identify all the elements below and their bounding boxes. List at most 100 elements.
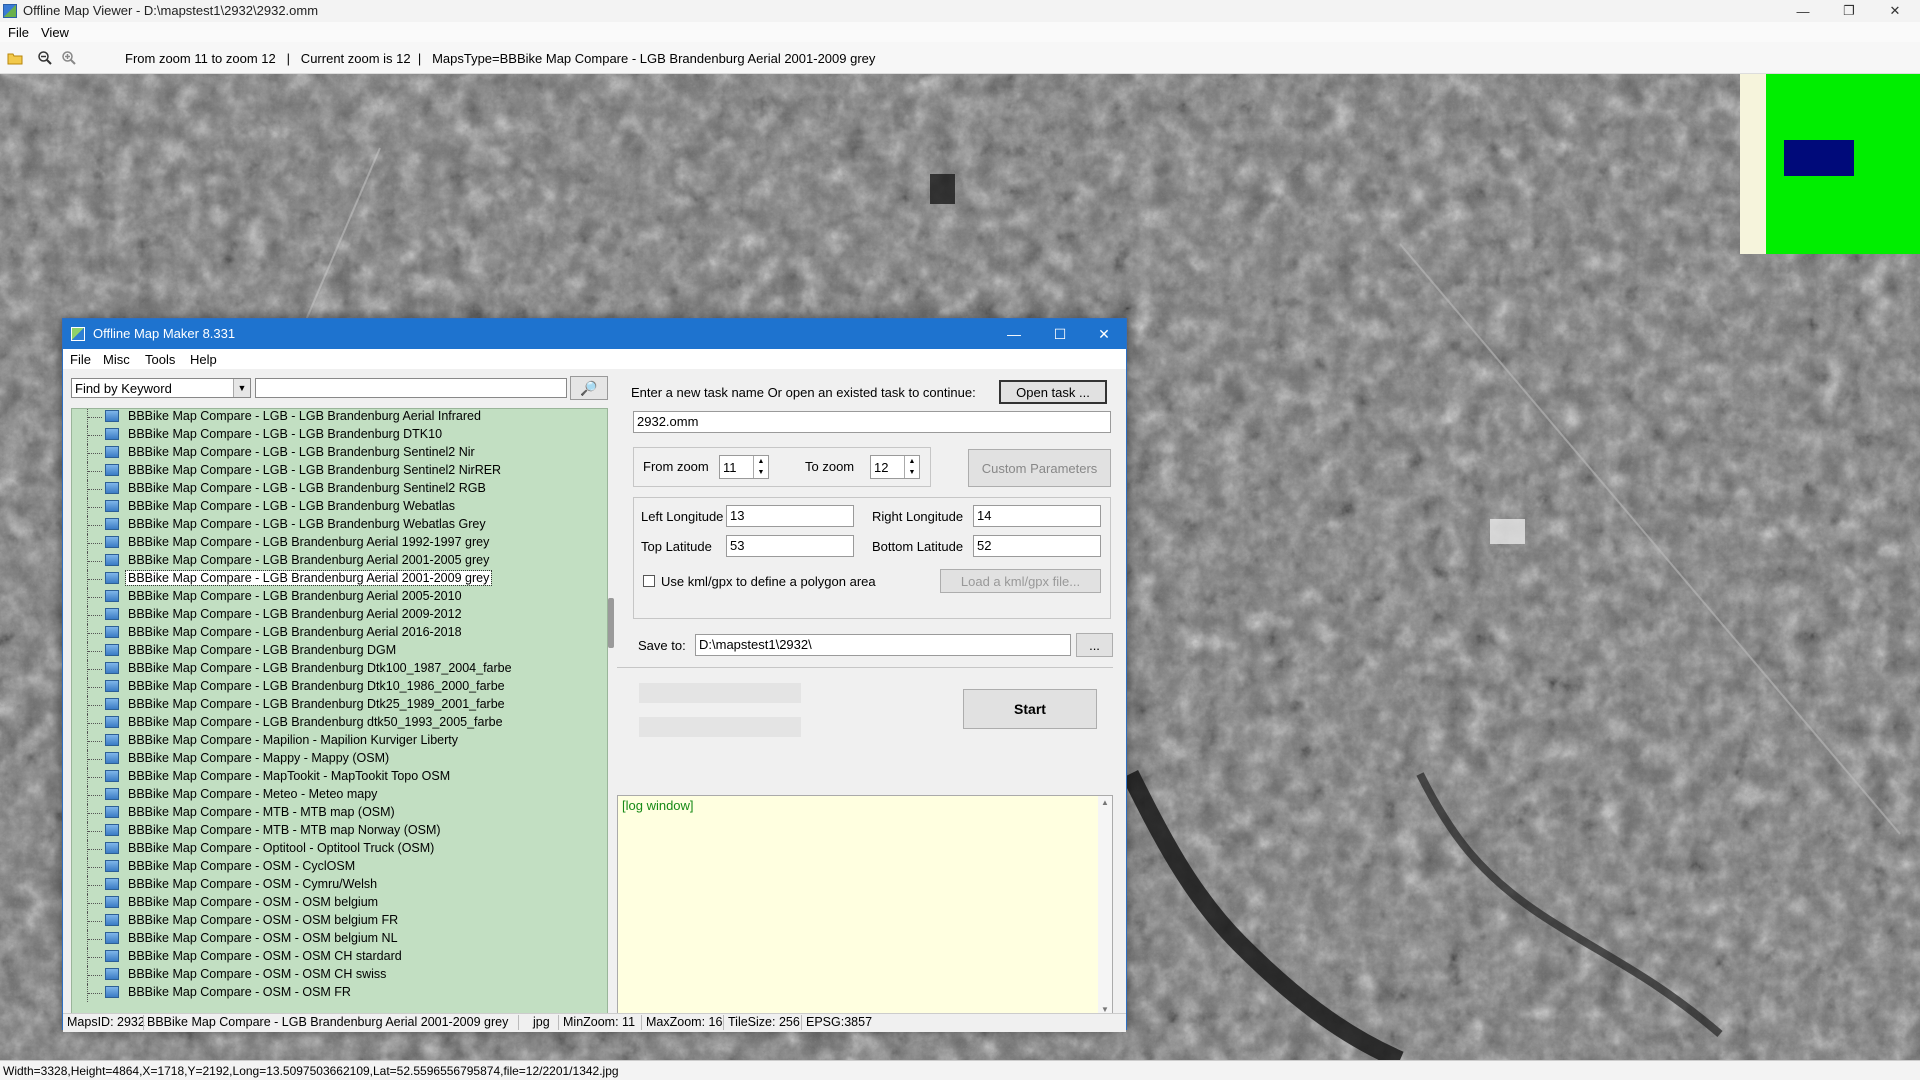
tree-line — [88, 633, 102, 634]
menu-file[interactable]: File — [8, 25, 29, 40]
tree-item[interactable]: BBBike Map Compare - LGB - LGB Brandenbu… — [72, 409, 592, 426]
tree-item[interactable]: BBBike Map Compare - LGB Brandenburg Aer… — [72, 570, 592, 588]
tree-line — [88, 687, 102, 688]
tree-item[interactable]: BBBike Map Compare - LGB - LGB Brandenbu… — [72, 516, 592, 534]
tree-item[interactable]: BBBike Map Compare - LGB Brandenburg Aer… — [72, 588, 592, 606]
tree-item-label: BBBike Map Compare - OSM - CyclOSM — [128, 859, 356, 873]
zoom-out-icon[interactable] — [36, 49, 54, 67]
overview-minimap[interactable] — [1740, 74, 1920, 254]
tree-item[interactable]: BBBike Map Compare - LGB Brandenburg Dtk… — [72, 660, 592, 678]
menu-view[interactable]: View — [41, 25, 69, 40]
tree-line — [88, 453, 102, 454]
tree-item[interactable]: BBBike Map Compare - LGB Brandenburg Dtk… — [72, 696, 592, 714]
tree-item-label: BBBike Map Compare - LGB Brandenburg Aer… — [128, 607, 462, 621]
dialog-maximize-button[interactable]: ☐ — [1037, 319, 1083, 349]
zoom-in-icon[interactable] — [60, 49, 78, 67]
map-type-tree[interactable]: BBBike Map Compare - LGB - LGB Brandenbu… — [71, 408, 608, 1018]
tree-item-label: BBBike Map Compare - LGB Brandenburg Dtk… — [128, 679, 505, 693]
load-kml-button[interactable]: Load a kml/gpx file... — [940, 569, 1101, 593]
tree-item[interactable]: BBBike Map Compare - MTB - MTB map (OSM) — [72, 804, 592, 822]
keyword-search-input[interactable] — [255, 378, 567, 398]
log-scrollbar[interactable]: ▲ ▼ — [1098, 796, 1112, 1016]
tree-item[interactable]: BBBike Map Compare - LGB - LGB Brandenbu… — [72, 498, 592, 516]
status-separator — [801, 1015, 802, 1030]
open-folder-icon[interactable] — [6, 49, 24, 67]
maximize-button[interactable]: ❐ — [1826, 0, 1872, 22]
tree-line — [88, 417, 102, 418]
tree-item[interactable]: BBBike Map Compare - Meteo - Meteo mapy — [72, 786, 592, 804]
map-layer-icon — [105, 446, 119, 458]
tree-item[interactable]: BBBike Map Compare - LGB - LGB Brandenbu… — [72, 444, 592, 462]
tree-item[interactable]: BBBike Map Compare - Optitool - Optitool… — [72, 840, 592, 858]
search-mode-select[interactable]: Find by Keyword ▼ — [71, 378, 251, 398]
right-longitude-input[interactable]: 14 — [973, 505, 1101, 527]
bottom-latitude-input[interactable]: 52 — [973, 535, 1101, 557]
dialog-menu-tools[interactable]: Tools — [145, 352, 175, 367]
tree-item[interactable]: BBBike Map Compare - LGB Brandenburg Aer… — [72, 606, 592, 624]
left-longitude-label: Left Longitude — [641, 509, 724, 524]
search-button[interactable]: 🔎 — [570, 376, 608, 400]
tree-item-label: BBBike Map Compare - LGB Brandenburg Dtk… — [128, 697, 505, 711]
tree-item[interactable]: BBBike Map Compare - OSM - CyclOSM — [72, 858, 592, 876]
tree-item-label: BBBike Map Compare - LGB - LGB Brandenbu… — [128, 445, 475, 459]
dialog-menu-help[interactable]: Help — [190, 352, 217, 367]
tree-item[interactable]: BBBike Map Compare - OSM - Cymru/Welsh — [72, 876, 592, 894]
tree-item[interactable]: BBBike Map Compare - LGB Brandenburg DGM — [72, 642, 592, 660]
tree-scrollbar[interactable] — [608, 408, 616, 1018]
tree-item[interactable]: BBBike Map Compare - OSM - OSM CH swiss — [72, 966, 592, 984]
tree-item-label: BBBike Map Compare - OSM - OSM belgium — [128, 895, 379, 909]
dialog-menu-misc[interactable]: Misc — [103, 352, 130, 367]
spinner-arrows-icon[interactable]: ▲ ▼ — [904, 456, 919, 478]
tree-item[interactable]: BBBike Map Compare - LGB - LGB Brandenbu… — [72, 480, 592, 498]
left-longitude-input[interactable]: 13 — [726, 505, 854, 527]
dialog-menu-file[interactable]: File — [70, 352, 91, 367]
map-layer-icon — [105, 518, 119, 530]
tree-item[interactable]: BBBike Map Compare - LGB Brandenburg Aer… — [72, 552, 592, 570]
tree-line — [88, 471, 102, 472]
tree-item[interactable]: BBBike Map Compare - OSM - OSM belgium N… — [72, 930, 592, 948]
open-task-button[interactable]: Open task ... — [999, 380, 1107, 404]
from-zoom-label: From zoom — [643, 459, 709, 474]
dialog-close-button[interactable]: ✕ — [1081, 319, 1127, 349]
map-layer-icon — [105, 428, 119, 440]
tree-item[interactable]: BBBike Map Compare - OSM - OSM belgium — [72, 894, 592, 912]
to-zoom-spinner[interactable]: 12 ▲ ▼ — [870, 455, 920, 479]
tree-line — [88, 957, 102, 958]
kml-checkbox[interactable] — [643, 575, 655, 587]
tree-item[interactable]: BBBike Map Compare - LGB Brandenburg Dtk… — [72, 678, 592, 696]
map-layer-icon — [105, 410, 119, 422]
tree-item[interactable]: BBBike Map Compare - LGB Brandenburg Aer… — [72, 624, 592, 642]
tree-item-label: BBBike Map Compare - LGB Brandenburg Aer… — [128, 553, 490, 567]
tree-item[interactable]: BBBike Map Compare - Mapilion - Mapilion… — [72, 732, 592, 750]
tree-item[interactable]: BBBike Map Compare - LGB - LGB Brandenbu… — [72, 462, 592, 480]
to-zoom-value: 12 — [874, 460, 889, 475]
tree-item[interactable]: BBBike Map Compare - OSM - OSM FR — [72, 984, 592, 1002]
scrollbar-thumb[interactable] — [608, 598, 614, 648]
spinner-arrows-icon[interactable]: ▲ ▼ — [753, 456, 768, 478]
map-layer-icon — [105, 968, 119, 980]
close-button[interactable]: ✕ — [1872, 0, 1918, 22]
custom-parameters-button[interactable]: Custom Parameters — [968, 449, 1111, 487]
minimap-viewport[interactable] — [1784, 140, 1854, 176]
tree-item[interactable]: BBBike Map Compare - MapTookit - MapTook… — [72, 768, 592, 786]
tree-item[interactable]: BBBike Map Compare - LGB Brandenburg dtk… — [72, 714, 592, 732]
dialog-minimize-button[interactable]: — — [991, 319, 1037, 349]
start-button[interactable]: Start — [963, 689, 1097, 729]
scroll-up-icon[interactable]: ▲ — [1101, 798, 1109, 807]
browse-button[interactable]: ... — [1076, 633, 1113, 657]
tree-item[interactable]: BBBike Map Compare - MTB - MTB map Norwa… — [72, 822, 592, 840]
tree-item-label: BBBike Map Compare - OSM - OSM belgium N… — [128, 931, 398, 945]
save-to-input[interactable]: D:\mapstest1\2932\ — [695, 634, 1071, 656]
task-name-input[interactable]: 2932.omm — [633, 411, 1111, 433]
chevron-down-icon[interactable]: ▼ — [233, 379, 250, 397]
from-zoom-spinner[interactable]: 11 ▲ ▼ — [719, 455, 769, 479]
log-window[interactable]: [log window] ▲ ▼ — [617, 795, 1113, 1017]
tree-item[interactable]: BBBike Map Compare - LGB Brandenburg Aer… — [72, 534, 592, 552]
tree-item[interactable]: BBBike Map Compare - LGB - LGB Brandenbu… — [72, 426, 592, 444]
top-latitude-input[interactable]: 53 — [726, 535, 854, 557]
tree-item[interactable]: BBBike Map Compare - Mappy - Mappy (OSM) — [72, 750, 592, 768]
tree-item[interactable]: BBBike Map Compare - OSM - OSM CH starda… — [72, 948, 592, 966]
tree-item[interactable]: BBBike Map Compare - OSM - OSM belgium F… — [72, 912, 592, 930]
minimize-button[interactable]: — — [1780, 0, 1826, 22]
dialog-title-bar: Offline Map Maker 8.331 — ☐ ✕ — [63, 319, 1126, 349]
